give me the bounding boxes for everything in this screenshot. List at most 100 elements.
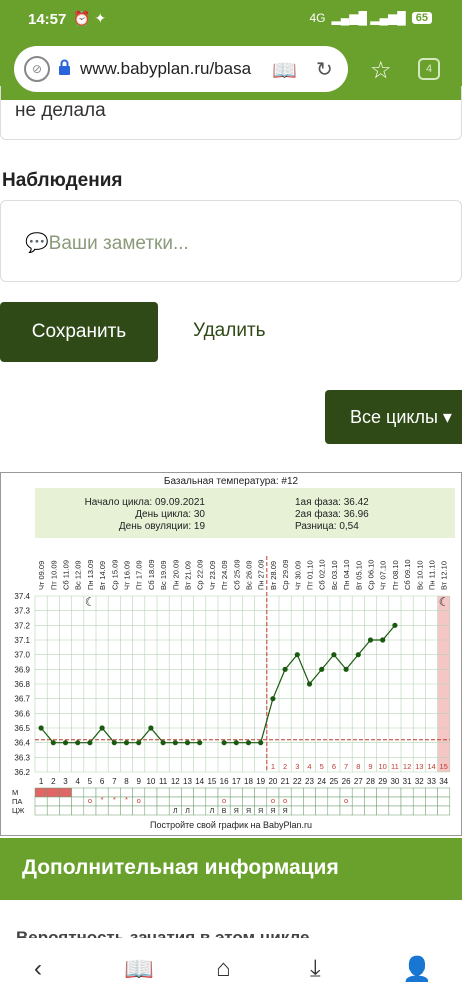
x-day-label: 26 <box>342 777 351 786</box>
x-day-label: 6 <box>100 777 105 786</box>
row-cell <box>242 787 255 798</box>
y-tick-label: 37.3 <box>14 607 30 616</box>
temp-point <box>233 740 239 746</box>
temp-point <box>111 740 117 746</box>
x-day-label: 19 <box>256 777 265 786</box>
temp-point <box>184 740 191 746</box>
row-cell <box>71 805 85 816</box>
back-icon[interactable]: ‹ <box>34 955 42 983</box>
row-cell <box>34 787 48 798</box>
row-cell <box>388 805 402 816</box>
x-day-label: 15 <box>207 777 216 786</box>
row-cell <box>327 805 341 816</box>
row-cell <box>193 805 207 816</box>
row-cell <box>437 805 451 816</box>
y-tick-label: 37.1 <box>14 636 30 645</box>
x-date-label: Пн 04.10 <box>342 560 351 590</box>
row-cell <box>229 787 243 798</box>
cz-mark: Я <box>270 808 275 815</box>
row-cell <box>412 796 426 807</box>
temp-point <box>282 666 288 672</box>
x-date-label: Чт 09.09 <box>37 561 46 590</box>
row-label: ПА <box>12 797 22 806</box>
temp-point <box>270 696 276 702</box>
temp-point <box>392 622 398 628</box>
row-cell <box>412 805 426 816</box>
chart-info-box: Начало цикла: 09.09.2021 День цикла: 30 … <box>35 488 455 538</box>
y-tick-label: 36.2 <box>14 768 30 777</box>
lock-icon <box>59 59 70 75</box>
home-icon[interactable]: ⌂ <box>216 955 231 983</box>
phase2-day: 10 <box>379 762 387 771</box>
x-date-label: Ср 15.09 <box>110 560 119 590</box>
previous-field[interactable]: не делала <box>0 86 462 140</box>
book-icon[interactable]: 📖 <box>124 955 154 984</box>
x-day-label: 3 <box>63 777 68 786</box>
pa-mark: o <box>283 796 287 805</box>
reload-icon[interactable]: ↻ <box>316 57 333 82</box>
notes-placeholder: 💬Ваши заметки... <box>25 231 189 255</box>
y-tick-label: 36.5 <box>14 724 30 733</box>
y-tick-label: 37.2 <box>14 621 30 630</box>
all-cycles-button[interactable]: Все циклы ▾ <box>325 390 462 444</box>
pa-mark: * <box>101 795 104 804</box>
pa-mark: o <box>88 796 92 805</box>
x-day-label: 21 <box>281 777 290 786</box>
x-date-label: Вс 12.09 <box>74 560 83 590</box>
y-tick-label: 36.8 <box>14 680 30 689</box>
cz-mark: Я <box>246 808 251 815</box>
row-cell <box>437 796 451 807</box>
temp-point <box>197 740 203 746</box>
temp-point <box>355 652 361 658</box>
chart-title: Базальная температура: #12 <box>163 476 299 487</box>
x-date-label: Чт 23.09 <box>208 561 217 590</box>
temp-point <box>306 681 313 687</box>
bookmark-star-icon[interactable]: ☆ <box>370 56 392 85</box>
x-date-label: Пн 11.10 <box>428 560 437 590</box>
cz-mark: Я <box>258 808 263 815</box>
row-cell <box>412 787 426 798</box>
row-cell <box>303 805 316 816</box>
row-cell <box>34 805 48 816</box>
additional-info-header[interactable]: Дополнительная информация <box>0 838 462 900</box>
row-cell <box>144 796 158 807</box>
row-cell <box>388 787 402 798</box>
pa-mark: o <box>137 796 141 805</box>
x-day-label: 20 <box>268 777 277 786</box>
cut-off-text: Вероятность зачатия в этом цикле <box>16 928 310 938</box>
profile-icon[interactable]: 👤 <box>402 955 432 984</box>
temp-point <box>136 740 142 746</box>
phase2-day: 7 <box>344 762 348 771</box>
x-date-label: Чт 07.10 <box>379 561 388 590</box>
x-date-label: Сб 09.10 <box>403 559 412 590</box>
reader-mode-icon[interactable]: 📖 <box>272 58 297 83</box>
row-cell <box>425 787 438 798</box>
x-day-label: 10 <box>146 777 155 786</box>
tracker-shield-icon[interactable]: ⊘ <box>24 56 50 82</box>
phase2-day: 4 <box>307 762 311 771</box>
x-day-label: 4 <box>75 777 80 786</box>
temp-point <box>123 740 130 746</box>
x-date-label: Вс 19.09 <box>159 560 168 590</box>
phase2-day: 5 <box>320 762 324 771</box>
row-cell <box>364 796 377 807</box>
row-cell <box>364 787 377 798</box>
x-day-label: 11 <box>159 777 168 786</box>
row-cell <box>351 787 365 798</box>
row-cell <box>400 805 414 816</box>
temp-point <box>38 725 44 731</box>
delete-button[interactable]: Удалить <box>193 320 266 342</box>
tabs-count-icon[interactable]: 4 <box>418 58 440 80</box>
x-date-label: Вт 28.09 <box>269 561 278 590</box>
bottom-nav: ‹ 📖 ⌂ ⤓ 👤 <box>0 940 462 1000</box>
notes-input[interactable]: 💬Ваши заметки... <box>0 200 462 282</box>
temp-point <box>331 652 337 658</box>
row-cell <box>315 796 329 807</box>
download-icon[interactable]: ⤓ <box>310 955 321 983</box>
x-date-label: Вс 26.09 <box>245 560 254 590</box>
temp-point <box>160 740 166 746</box>
x-day-label: 2 <box>51 777 56 786</box>
save-button[interactable]: Сохранить <box>0 302 158 362</box>
row-cell <box>205 796 219 807</box>
url-text[interactable]: www.babyplan.ru/basa <box>80 59 280 79</box>
